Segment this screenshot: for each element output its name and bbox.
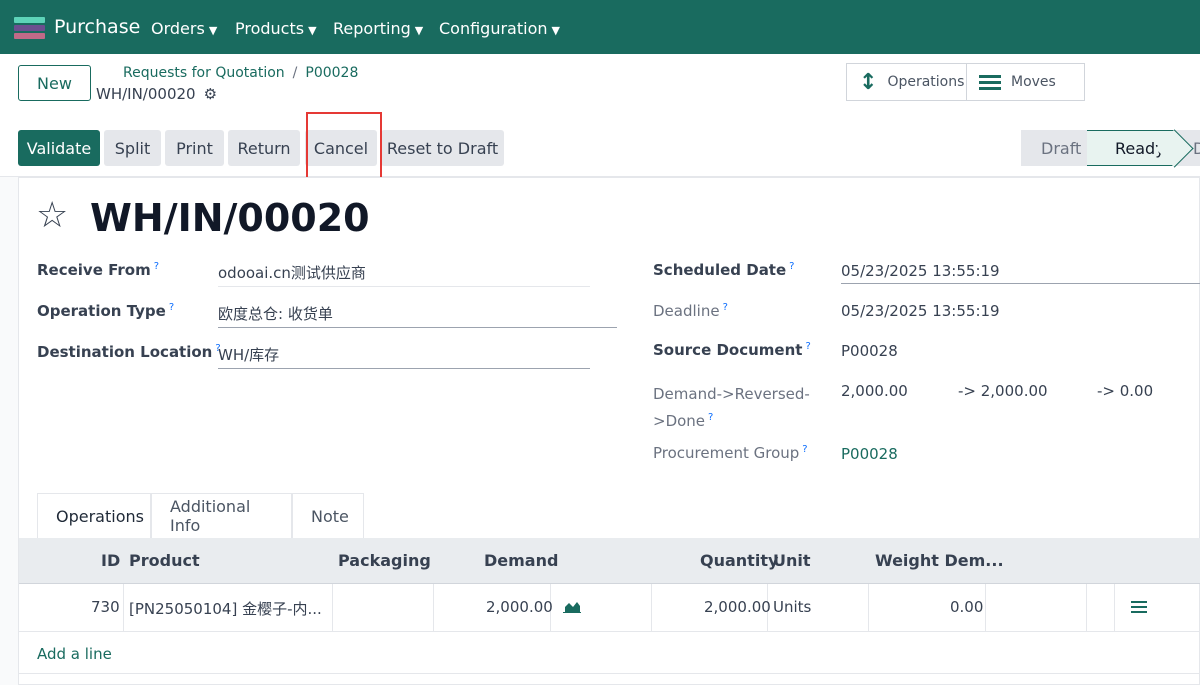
header-unit[interactable]: Unit	[773, 551, 811, 570]
reversed-value: -> 2,000.00	[958, 382, 1048, 400]
caret-down-icon: ▼	[308, 24, 317, 37]
header-demand[interactable]: Demand	[484, 551, 558, 570]
app-logo[interactable]	[14, 17, 45, 39]
caret-down-icon: ▼	[414, 24, 424, 37]
record-name: WH/IN/00020 ⚙	[96, 85, 218, 103]
validate-button[interactable]: Validate	[18, 130, 100, 166]
receive-from-field[interactable]: odooai.cn测试供应商	[218, 262, 590, 287]
procurement-group-link[interactable]: P00028	[841, 445, 898, 466]
details-list-icon[interactable]	[1131, 601, 1147, 616]
cell-id: 730	[91, 598, 120, 616]
split-button[interactable]: Split	[104, 130, 161, 166]
top-navbar: Purchase Orders ▼ Products ▼ Reporting ▼ Co…	[0, 0, 1200, 54]
smart-buttons: ↕ Operations Moves	[846, 63, 1085, 101]
app-name[interactable]: Purchase	[54, 16, 140, 38]
caret-down-icon: ▼	[208, 24, 218, 37]
notebook-tabs: Operations Additional Info Note	[37, 493, 364, 538]
star-icon[interactable]: ☆	[36, 198, 68, 234]
gear-icon[interactable]: ⚙	[204, 85, 217, 103]
breadcrumb-rfq[interactable]: Requests for Quotation	[123, 65, 285, 81]
header-product[interactable]: Product	[129, 551, 200, 570]
source-document-label: Source Document?	[653, 341, 811, 359]
moves-smart-button[interactable]: Moves	[965, 64, 1084, 100]
cell-weight: 0.00	[950, 598, 984, 616]
stage-draft[interactable]: Draft	[1021, 130, 1087, 166]
cell-product[interactable]: [PN25050104] 金樱子-内...	[129, 598, 322, 619]
menu-orders[interactable]: Orders ▼	[151, 19, 217, 38]
header-packaging[interactable]: Packaging	[338, 551, 431, 570]
record-title: WH/IN/00020	[90, 196, 370, 240]
cell-unit[interactable]: Units	[773, 598, 811, 616]
list-icon	[978, 72, 1001, 93]
deadline-value: 05/23/2025 13:55:19	[841, 302, 1000, 320]
procurement-group-label: Procurement Group?	[653, 444, 808, 462]
table-row[interactable]: 730 [PN25050104] 金樱子-内... 2,000.00 2,000…	[19, 584, 1200, 632]
cell-quantity[interactable]: 2,000.00	[704, 598, 771, 616]
demand-reversed-done-label: Demand->Reversed- >Done?	[653, 385, 810, 430]
tab-note[interactable]: Note	[292, 493, 364, 538]
table-header: ID Product Packaging Demand Quantity Uni…	[19, 538, 1200, 584]
source-document-field[interactable]: P00028	[841, 342, 898, 363]
new-button[interactable]: New	[18, 65, 91, 101]
menu-reporting[interactable]: Reporting ▼	[333, 19, 423, 38]
table-bottom-divider	[19, 673, 1200, 674]
caret-down-icon: ▼	[551, 24, 560, 37]
operation-type-label: Operation Type?	[37, 302, 175, 320]
destination-location-label: Destination Location?	[37, 343, 221, 361]
header-weight[interactable]: Weight Dem...	[875, 551, 1004, 570]
operation-type-field[interactable]: 欧度总仓: 收货单	[218, 303, 617, 328]
cell-demand[interactable]: 2,000.00	[486, 598, 553, 616]
receive-from-label: Receive From?	[37, 261, 160, 279]
operations-smart-button[interactable]: ↕ Operations	[847, 64, 966, 100]
status-bar: Draft Ready D	[1021, 130, 1200, 166]
stage-ready[interactable]: Ready	[1087, 130, 1175, 166]
breadcrumb-po[interactable]: P00028	[305, 65, 358, 81]
menu-configuration[interactable]: Configuration ▼	[439, 19, 560, 38]
header-id[interactable]: ID	[101, 551, 120, 570]
forecast-chart-icon[interactable]	[563, 600, 581, 613]
arrows-vertical-icon: ↕	[859, 69, 878, 95]
reset-to-draft-button[interactable]: Reset to Draft	[381, 130, 504, 166]
tab-additional-info[interactable]: Additional Info	[151, 493, 292, 538]
tab-operations[interactable]: Operations	[37, 493, 151, 538]
destination-location-field[interactable]: WH/库存	[218, 344, 590, 369]
header-quantity[interactable]: Quantity	[700, 551, 778, 570]
breadcrumb: Requests for Quotation / P00028	[123, 65, 359, 81]
scheduled-date-label: Scheduled Date?	[653, 261, 795, 279]
deadline-label: Deadline?	[653, 302, 728, 320]
scheduled-date-field[interactable]: 05/23/2025 13:55:19	[841, 262, 1200, 284]
print-button[interactable]: Print	[165, 130, 224, 166]
add-line-link[interactable]: Add a line	[37, 645, 112, 663]
done-value: -> 0.00	[1097, 382, 1154, 400]
return-button[interactable]: Return	[228, 130, 300, 166]
menu-products[interactable]: Products ▼	[235, 19, 317, 38]
demand-value: 2,000.00	[841, 382, 908, 400]
